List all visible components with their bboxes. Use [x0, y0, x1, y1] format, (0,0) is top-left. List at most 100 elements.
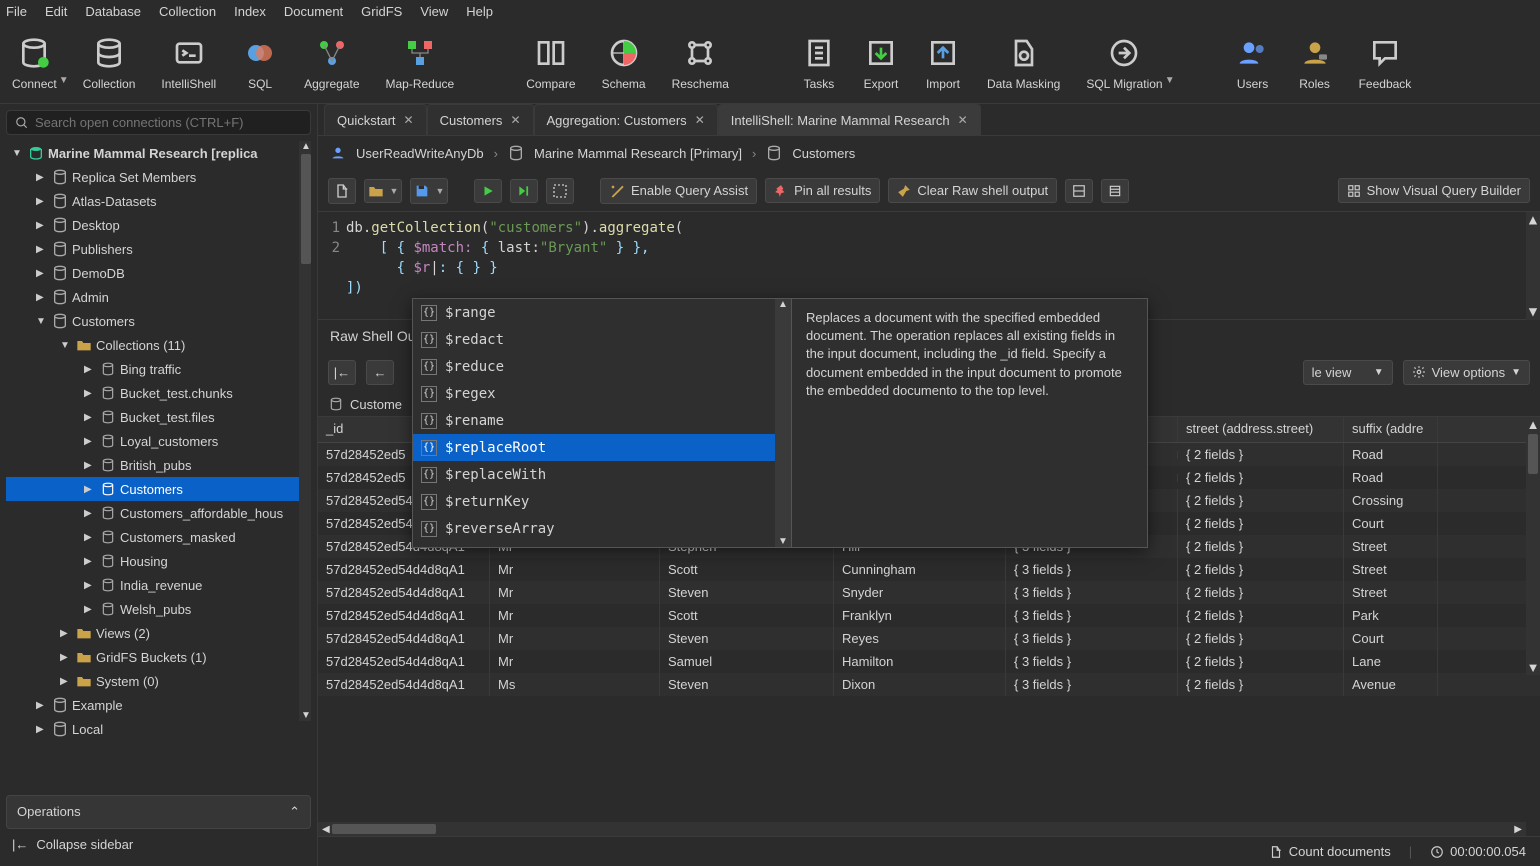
tool-tasks[interactable]: Tasks [801, 35, 837, 91]
layout-toggle-button[interactable] [1065, 179, 1093, 203]
new-file-button[interactable] [328, 178, 356, 204]
ac-item-rename[interactable]: {}$rename [413, 407, 775, 434]
clear-output-button[interactable]: Clear Raw shell output [888, 178, 1057, 203]
close-icon[interactable]: ✕ [958, 113, 968, 127]
tree-db-publishers[interactable]: ▶Publishers [6, 237, 311, 261]
tree-vscrollbar[interactable]: ▲▼ [299, 141, 311, 721]
table-row[interactable]: 57d28452ed54d4d8qA1MrSamuelHamilton{ 3 f… [318, 650, 1540, 673]
tree-db-demodb[interactable]: ▶DemoDB [6, 261, 311, 285]
tool-reschema[interactable]: Reschema [672, 35, 729, 91]
ac-item-returnKey[interactable]: {}$returnKey [413, 488, 775, 515]
tree-coll-bucket-test-chunks[interactable]: ▶Bucket_test.chunks [6, 381, 311, 405]
ac-item-replaceRoot[interactable]: {}$replaceRoot [413, 434, 775, 461]
table-row[interactable]: 57d28452ed54d4d8qA1MrStevenReyes{ 3 fiel… [318, 627, 1540, 650]
tree-db-local[interactable]: ▶Local [6, 717, 311, 741]
scroll-right-icon[interactable]: ▶ [1514, 824, 1522, 835]
tool-import[interactable]: Import [925, 35, 961, 91]
tree-root[interactable]: ▼ Marine Mammal Research [replica [6, 141, 311, 165]
tree-db-customers[interactable]: ▼Customers [6, 309, 311, 333]
tool-connect[interactable]: Connect▼ [12, 35, 57, 91]
view-options-button[interactable]: View options ▼ [1403, 360, 1530, 385]
tree-folder-views-[interactable]: ▶Views (2) [6, 621, 311, 645]
close-icon[interactable]: ✕ [510, 113, 520, 127]
table-row[interactable]: 57d28452ed54d4d8qA1MrScottCunningham{ 3 … [318, 558, 1540, 581]
menu-gridfs[interactable]: GridFS [361, 4, 402, 19]
tree-db-atlas-datasets[interactable]: ▶Atlas-Datasets [6, 189, 311, 213]
close-icon[interactable]: ✕ [404, 113, 414, 127]
collapse-sidebar-button[interactable]: |← Collapse sidebar [6, 829, 311, 860]
ac-item-range[interactable]: {}$range [413, 299, 775, 326]
table-row[interactable]: 57d28452ed54d4d8qA1MsStevenDixon{ 3 fiel… [318, 673, 1540, 696]
tool-sql[interactable]: SQL [242, 35, 278, 91]
tool-schema[interactable]: Schema [602, 35, 646, 91]
pin-results-button[interactable]: Pin all results [765, 178, 880, 203]
ac-item-regex[interactable]: {}$regex [413, 380, 775, 407]
close-icon[interactable]: ✕ [695, 113, 705, 127]
tree-coll-customers-affordable-hous[interactable]: ▶Customers_affordable_hous [6, 501, 311, 525]
prev-page-button[interactable]: ← [366, 360, 394, 385]
tree-coll-customers[interactable]: ▶Customers [6, 477, 311, 501]
tab-quickstart[interactable]: Quickstart✕ [324, 104, 427, 135]
table-row[interactable]: 57d28452ed54d4d8qA1MrStevenSnyder{ 3 fie… [318, 581, 1540, 604]
tree-coll-bucket-test-files[interactable]: ▶Bucket_test.files [6, 405, 311, 429]
crumb-user[interactable]: UserReadWriteAnyDb [356, 146, 484, 161]
menu-view[interactable]: View [420, 4, 448, 19]
tool-map-reduce[interactable]: Map-Reduce [386, 35, 455, 91]
run-button[interactable] [474, 179, 502, 203]
autocomplete-scrollbar[interactable]: ▲▼ [775, 299, 791, 547]
search-connections[interactable] [6, 110, 311, 135]
visual-query-builder-button[interactable]: Show Visual Query Builder [1338, 178, 1530, 203]
save-button[interactable]: ▼ [410, 178, 448, 204]
tool-intellishell[interactable]: IntelliShell [161, 35, 216, 91]
col-suffix[interactable]: suffix (addre [1344, 417, 1438, 442]
tree-collections-folder[interactable]: ▼ Collections (11) [6, 333, 311, 357]
search-input[interactable] [35, 115, 302, 130]
tree-db-admin[interactable]: ▶Admin [6, 285, 311, 309]
tree-db-replica-set-members[interactable]: ▶Replica Set Members [6, 165, 311, 189]
ac-item-redact[interactable]: {}$redact [413, 326, 775, 353]
tool-sql-migration[interactable]: SQL Migration▼ [1086, 35, 1162, 91]
run-selection-button[interactable] [546, 178, 574, 204]
tab-customers[interactable]: Customers✕ [427, 104, 534, 135]
open-file-button[interactable]: ▼ [364, 179, 402, 203]
tree-coll-welsh-pubs[interactable]: ▶Welsh_pubs [6, 597, 311, 621]
crumb-db[interactable]: Marine Mammal Research [Primary] [534, 146, 742, 161]
table-row[interactable]: 57d28452ed54d4d8qA1MrScottFranklyn{ 3 fi… [318, 604, 1540, 627]
ac-item-reverseArray[interactable]: {}$reverseArray [413, 515, 775, 542]
view-mode-select[interactable]: le view▼ [1303, 360, 1393, 385]
tree-coll-india-revenue[interactable]: ▶India_revenue [6, 573, 311, 597]
menu-index[interactable]: Index [234, 4, 266, 19]
tool-aggregate[interactable]: Aggregate [304, 35, 359, 91]
tree-db-desktop[interactable]: ▶Desktop [6, 213, 311, 237]
enable-query-assist-button[interactable]: Enable Query Assist [600, 178, 757, 204]
tool-compare[interactable]: Compare [526, 35, 575, 91]
table-hscrollbar[interactable]: ◀ ▶ [318, 822, 1526, 836]
editor-vscrollbar[interactable]: ▲▼ [1526, 212, 1540, 320]
menu-file[interactable]: File [6, 4, 27, 19]
tree-coll-housing[interactable]: ▶Housing [6, 549, 311, 573]
tree-coll-customers-masked[interactable]: ▶Customers_masked [6, 525, 311, 549]
first-page-button[interactable]: |← [328, 360, 356, 385]
tree-folder-gridfs-buckets-[interactable]: ▶GridFS Buckets (1) [6, 645, 311, 669]
crumb-collection[interactable]: Customers [792, 146, 855, 161]
menu-database[interactable]: Database [85, 4, 141, 19]
tree-coll-british-pubs[interactable]: ▶British_pubs [6, 453, 311, 477]
tool-feedback[interactable]: Feedback [1359, 35, 1412, 91]
tree-folder-system-[interactable]: ▶System (0) [6, 669, 311, 693]
output-view-button[interactable] [1101, 179, 1129, 203]
tree-coll-bing-traffic[interactable]: ▶Bing traffic [6, 357, 311, 381]
menu-edit[interactable]: Edit [45, 4, 67, 19]
hscroll-thumb[interactable] [332, 824, 436, 834]
tool-data-masking[interactable]: Data Masking [987, 35, 1060, 91]
tab-aggregation-customers[interactable]: Aggregation: Customers✕ [534, 104, 718, 135]
tool-collection[interactable]: Collection [83, 35, 136, 91]
menu-help[interactable]: Help [466, 4, 493, 19]
scroll-left-icon[interactable]: ◀ [322, 824, 330, 835]
run-next-button[interactable] [510, 179, 538, 203]
tab-intellishell-marine-mammal-research[interactable]: IntelliShell: Marine Mammal Research✕ [718, 104, 981, 135]
count-docs-button[interactable]: Count documents [1269, 844, 1391, 859]
table-vscrollbar[interactable]: ▲▼ [1526, 417, 1540, 675]
tool-export[interactable]: Export [863, 35, 899, 91]
menu-collection[interactable]: Collection [159, 4, 216, 19]
ac-item-replaceWith[interactable]: {}$replaceWith [413, 461, 775, 488]
